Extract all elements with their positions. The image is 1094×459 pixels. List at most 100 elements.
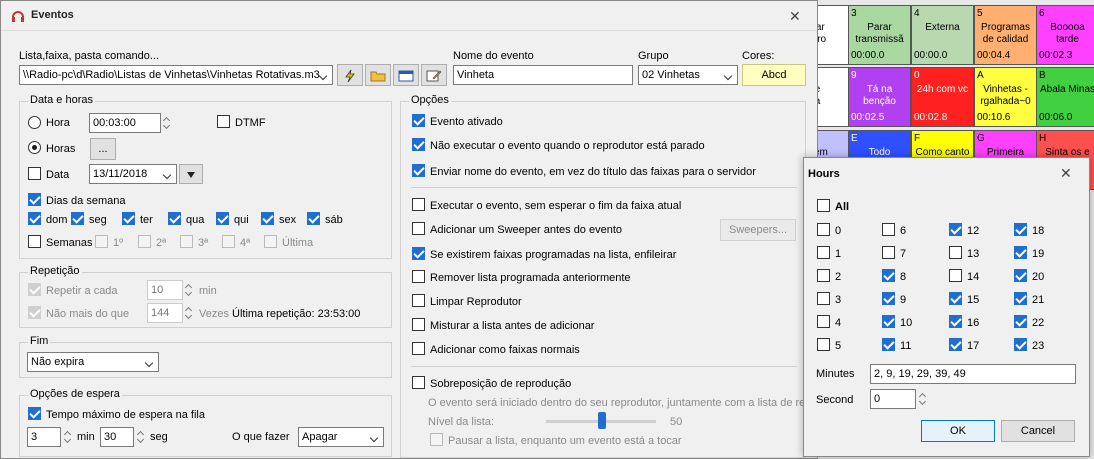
option-checkbox[interactable] bbox=[412, 138, 425, 151]
hour-checkbox[interactable] bbox=[817, 269, 830, 282]
wait-sec-spinner[interactable] bbox=[135, 427, 147, 447]
date-menu-button[interactable] bbox=[179, 164, 203, 184]
schedule-cell[interactable]: 3 Parar transmissã 00:00.0 bbox=[848, 5, 911, 65]
option-checkbox[interactable] bbox=[412, 164, 425, 177]
option-checkbox[interactable] bbox=[412, 294, 425, 307]
cancel-button[interactable]: Cancel bbox=[1001, 420, 1075, 442]
end-select[interactable]: Não expira bbox=[27, 352, 159, 372]
hora-spinner[interactable] bbox=[161, 113, 173, 133]
schedule-cell[interactable]: A Vinhetas - rgalhada~0 00:10.6 bbox=[974, 67, 1037, 127]
command-button[interactable] bbox=[337, 64, 363, 86]
weekday-checkbox[interactable] bbox=[216, 212, 229, 225]
weekday-checkbox[interactable] bbox=[122, 212, 135, 225]
hour-checkbox[interactable] bbox=[817, 338, 830, 351]
edit-button[interactable] bbox=[421, 64, 447, 86]
second-spinner[interactable] bbox=[917, 389, 929, 409]
hour-checkbox[interactable] bbox=[1014, 315, 1027, 328]
option-checkbox[interactable] bbox=[412, 342, 425, 355]
option-checkbox[interactable] bbox=[412, 222, 425, 235]
all-checkbox[interactable] bbox=[817, 199, 830, 212]
app-icon bbox=[11, 9, 25, 23]
schedule-cell[interactable]: gar ntro 0 bbox=[818, 5, 849, 65]
hour-checkbox[interactable] bbox=[882, 246, 895, 259]
list-editor-button[interactable] bbox=[393, 64, 419, 86]
wait-sec-input[interactable]: 30 bbox=[100, 427, 134, 447]
hour-checkbox[interactable] bbox=[1014, 269, 1027, 282]
hour-checkbox[interactable] bbox=[949, 269, 962, 282]
hour-checkbox[interactable] bbox=[817, 315, 830, 328]
option-label: Não executar o evento quando o reproduto… bbox=[430, 140, 705, 152]
hora-input[interactable]: 00:03:00 bbox=[89, 113, 161, 133]
minutes-input[interactable]: 2, 9, 19, 29, 39, 49 bbox=[870, 364, 1076, 384]
overlap-checkbox[interactable] bbox=[412, 376, 425, 389]
option-checkbox[interactable] bbox=[412, 198, 425, 211]
hour-label: 11 bbox=[900, 340, 912, 352]
date-picker[interactable]: 13/11/2018 bbox=[89, 164, 177, 184]
option-checkbox[interactable] bbox=[412, 318, 425, 331]
horas-button[interactable]: ... bbox=[90, 138, 116, 160]
close-icon[interactable]: ✕ bbox=[789, 8, 801, 25]
hour-checkbox[interactable] bbox=[1014, 246, 1027, 259]
cell-number: 0 bbox=[914, 70, 920, 81]
hour-checkbox[interactable] bbox=[949, 315, 962, 328]
group-select[interactable]: 02 Vinhetas bbox=[638, 65, 738, 85]
hour-checkbox[interactable] bbox=[949, 292, 962, 305]
schedule-cell[interactable]: 5 Programas de calidad 00:04.4 bbox=[974, 5, 1037, 65]
hour-checkbox[interactable] bbox=[1014, 223, 1027, 236]
option-checkbox[interactable] bbox=[412, 270, 425, 283]
data-checkbox[interactable] bbox=[28, 167, 41, 180]
hour-checkbox[interactable] bbox=[882, 223, 895, 236]
open-folder-button[interactable] bbox=[365, 64, 391, 86]
weekday-label: qua bbox=[186, 214, 205, 226]
hour-checkbox[interactable] bbox=[1014, 338, 1027, 351]
cell-name: 24h com vc bbox=[916, 84, 969, 95]
wait-action-select[interactable]: Apagar bbox=[298, 427, 384, 447]
wait-min-input[interactable]: 3 bbox=[27, 427, 61, 447]
dtmf-checkbox[interactable] bbox=[217, 115, 230, 128]
hour-label: 22 bbox=[1032, 317, 1045, 329]
schedule-cell[interactable]: 6 Booooa tarde 00:02.3 bbox=[1036, 5, 1094, 65]
max-wait-checkbox[interactable] bbox=[28, 407, 41, 420]
folder-icon bbox=[370, 71, 386, 82]
weeks-checkbox[interactable] bbox=[28, 235, 41, 248]
hour-checkbox[interactable] bbox=[949, 338, 962, 351]
schedule-cell[interactable]: B Abala Minas 00:06.0 bbox=[1036, 67, 1094, 127]
hora-radio[interactable] bbox=[28, 116, 41, 129]
event-name-input[interactable]: Vinheta bbox=[453, 65, 633, 85]
hour-checkbox[interactable] bbox=[882, 292, 895, 305]
schedule-cell[interactable]: 4 Externa 00:00.0 bbox=[911, 5, 974, 65]
hour-checkbox[interactable] bbox=[817, 223, 830, 236]
hour-checkbox[interactable] bbox=[882, 269, 895, 282]
hour-checkbox[interactable] bbox=[1014, 292, 1027, 305]
list-path-combobox[interactable]: \\Radio-pc\d\Radio\Listas de Vinhetas\Vi… bbox=[19, 65, 333, 85]
wait-min-spinner[interactable] bbox=[62, 427, 74, 447]
weekday-checkbox[interactable] bbox=[168, 212, 181, 225]
hour-label: 14 bbox=[967, 271, 980, 283]
hour-checkbox[interactable] bbox=[882, 315, 895, 328]
horas-radio[interactable] bbox=[28, 141, 41, 154]
hour-checkbox[interactable] bbox=[949, 223, 962, 236]
weekday-checkbox[interactable] bbox=[28, 212, 41, 225]
hour-checkbox[interactable] bbox=[949, 246, 962, 259]
weekdays-checkbox[interactable] bbox=[28, 193, 41, 206]
repeat-max-unit: Vezes bbox=[199, 308, 229, 320]
events-dialog: Eventos ✕ Lista,faixa, pasta comando... … bbox=[0, 0, 818, 459]
triangle-down-icon bbox=[187, 172, 195, 178]
schedule-cell[interactable]: 0 24h com vc 00:02.8 bbox=[911, 67, 974, 127]
list-level-slider-thumb[interactable] bbox=[598, 412, 606, 429]
weekday-checkbox[interactable] bbox=[307, 212, 320, 225]
week-checkbox bbox=[138, 235, 151, 248]
weekday-checkbox[interactable] bbox=[71, 212, 84, 225]
schedule-cell[interactable]: 9 Tá na benção 00:02.5 bbox=[848, 67, 911, 127]
close-icon[interactable]: ✕ bbox=[1060, 165, 1072, 182]
schedule-cell[interactable]: e a 3 bbox=[818, 67, 849, 127]
ok-button[interactable]: OK bbox=[921, 420, 995, 442]
colors-button[interactable]: Abcd bbox=[742, 64, 806, 86]
option-checkbox[interactable] bbox=[412, 247, 425, 260]
hour-checkbox[interactable] bbox=[817, 292, 830, 305]
hour-checkbox[interactable] bbox=[817, 246, 830, 259]
option-checkbox[interactable] bbox=[412, 114, 425, 127]
hour-checkbox[interactable] bbox=[882, 338, 895, 351]
second-input[interactable]: 0 bbox=[870, 389, 916, 409]
weekday-checkbox[interactable] bbox=[261, 212, 274, 225]
